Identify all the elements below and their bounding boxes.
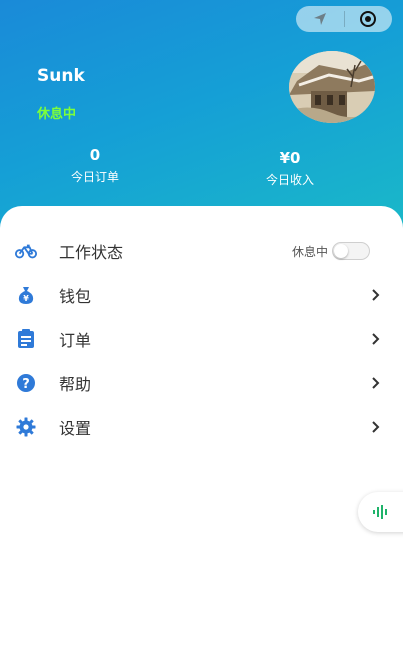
bicycle-icon: [15, 240, 37, 262]
chevron-right-icon: [371, 330, 383, 348]
location-arrow-icon: [313, 13, 326, 25]
today-income-value: ¥0: [279, 149, 301, 167]
menu-item-settings[interactable]: 设置: [0, 407, 403, 447]
menu-item-work-status: 工作状态 休息中: [0, 231, 403, 271]
orders-label: 订单: [59, 331, 92, 350]
settings-label: 设置: [59, 419, 92, 438]
username: Sunk: [37, 66, 85, 86]
sound-wave-icon: [373, 505, 387, 519]
today-orders-value: 0: [89, 146, 101, 164]
avatar-image: [289, 51, 375, 123]
location-button[interactable]: [296, 6, 344, 32]
menu-card: 工作状态 休息中 ¥ 钱包 订单 ? 帮助 设置: [0, 206, 403, 661]
svg-text:¥: ¥: [23, 294, 29, 303]
menu-item-wallet[interactable]: ¥ 钱包: [0, 275, 403, 315]
toggle-knob: [334, 244, 349, 258]
help-label: 帮助: [59, 375, 92, 394]
work-status-text: 休息中: [37, 107, 77, 122]
target-icon: [360, 11, 377, 27]
mini-program-capsule: [296, 6, 392, 32]
work-status-toggle-group: 休息中: [292, 242, 371, 260]
chevron-right-icon: [371, 286, 383, 304]
close-mini-program-button[interactable]: [344, 6, 392, 32]
today-orders-stat: 0 今日订单: [55, 146, 135, 185]
work-status-toggle[interactable]: [332, 242, 371, 260]
menu-item-orders[interactable]: 订单: [0, 319, 403, 359]
gear-icon: [15, 416, 37, 438]
menu-item-help[interactable]: ? 帮助: [0, 363, 403, 403]
avatar[interactable]: [289, 51, 375, 123]
svg-text:?: ?: [22, 377, 30, 392]
work-status-label: 工作状态: [59, 243, 124, 262]
money-bag-icon: ¥: [15, 284, 37, 306]
today-orders-label: 今日订单: [70, 170, 119, 184]
clipboard-icon: [15, 328, 37, 350]
chevron-right-icon: [371, 418, 383, 436]
profile-header: Sunk 休息中 0 今日订单 ¥0 今日收入: [0, 0, 403, 235]
work-status-toggle-label: 休息中: [292, 244, 329, 259]
floating-voice-button[interactable]: [358, 492, 403, 532]
chevron-right-icon: [371, 374, 383, 392]
help-icon: ?: [15, 372, 37, 394]
wallet-label: 钱包: [59, 287, 92, 306]
today-income-label: 今日收入: [265, 173, 314, 187]
today-income-stat: ¥0 今日收入: [250, 149, 330, 188]
